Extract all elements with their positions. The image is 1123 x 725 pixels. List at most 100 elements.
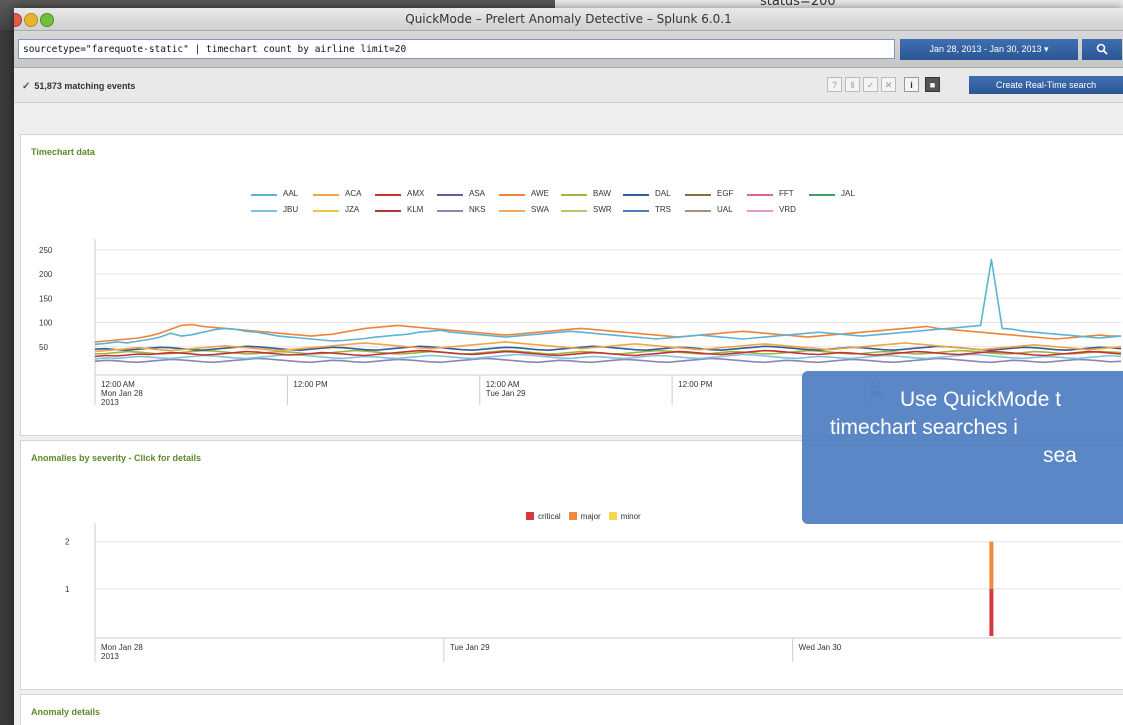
anomaly-details-title: Anomaly details — [31, 707, 101, 717]
callout-line-3: sea — [1043, 444, 1077, 467]
legend-label: major — [580, 512, 601, 521]
x-tick-label: Tue Jan 29 — [450, 643, 490, 652]
anomalies-panel-title: Anomalies by severity - Click for detail… — [31, 453, 202, 463]
legend-label: UAL — [717, 205, 733, 214]
legend-swatch — [499, 210, 525, 212]
legend-item-aca[interactable]: ACA — [313, 189, 375, 203]
legend-item-critical[interactable]: critical — [526, 512, 561, 521]
legend-label: AAL — [283, 189, 299, 198]
legend-label: AMX — [407, 189, 425, 198]
tutorial-callout: Use QuickMode t timechart searches i sea — [802, 371, 1123, 524]
info-button[interactable]: i — [904, 77, 919, 92]
legend-item-trs[interactable]: TRS — [623, 205, 685, 219]
legend-swatch — [608, 512, 617, 520]
finalize-icon: ✓ — [866, 80, 875, 90]
window-title: QuickMode – Prelert Anomaly Detective – … — [405, 12, 732, 26]
legend-label: EGF — [717, 189, 734, 198]
legend-swatch — [685, 210, 711, 212]
legend-item-baw[interactable]: BAW — [561, 189, 623, 203]
legend-item-asa[interactable]: ASA — [437, 189, 499, 203]
legend-swatch — [568, 512, 577, 520]
anomalies-chart[interactable]: 2 1 Mon Jan 282013 Tue Jan 29 Wed Jan 30 — [21, 523, 1123, 683]
legend-item-swa[interactable]: SWA — [499, 205, 561, 219]
status-bar: ✓ 51,873 matching events ? ‖ ✓ ✕ i ■ Crea… — [14, 68, 1123, 103]
callout-line-2: timechart searches i — [830, 416, 1018, 439]
legend-item-fft[interactable]: FFT — [747, 189, 809, 203]
legend-item-dal[interactable]: DAL — [623, 189, 685, 203]
legend-swatch — [526, 512, 534, 520]
x-tick-label: Tue Jan 29 — [486, 389, 526, 398]
legend-item-jbu[interactable]: JBU — [251, 205, 313, 219]
legend-swatch — [623, 210, 649, 212]
x-tick-label: 12:00 PM — [678, 380, 713, 389]
help-button[interactable]: ? — [827, 77, 842, 92]
y-tick-label: 100 — [39, 319, 53, 328]
legend-label: FFT — [779, 189, 794, 198]
legend-item-nks[interactable]: NKS — [437, 205, 499, 219]
legend-swatch — [747, 210, 773, 212]
legend-swatch — [375, 194, 401, 196]
callout-line-1: Use QuickMode t — [900, 388, 1062, 411]
legend-item-aal[interactable]: AAL — [251, 189, 313, 203]
check-icon: ✓ — [22, 81, 31, 92]
search-icon — [1096, 43, 1108, 55]
x-tick-label: 12:00 PM — [293, 380, 328, 389]
legend-label: SWR — [593, 205, 612, 214]
legend-label: critical — [538, 512, 561, 521]
legend-label: KLM — [407, 205, 424, 214]
info-icon: i — [910, 80, 913, 90]
legend-item-ual[interactable]: UAL — [685, 205, 747, 219]
app-window: QuickMode – Prelert Anomaly Detective – … — [14, 8, 1123, 725]
anomaly-details-panel: Anomaly details — [20, 694, 1123, 725]
y-tick-label: 2 — [65, 538, 70, 547]
cancel-button[interactable]: ✕ — [881, 77, 896, 92]
legend-label: ACA — [345, 189, 362, 198]
legend-label: SWA — [531, 205, 549, 214]
title-bar: QuickMode – Prelert Anomaly Detective – … — [14, 8, 1123, 31]
legend-label: VRD — [779, 205, 796, 214]
legend-swatch — [313, 194, 339, 196]
legend-item-klm[interactable]: KLM — [375, 205, 437, 219]
anomalies-legend: critical major minor — [526, 512, 649, 521]
bar-major — [989, 541, 994, 589]
x-tick-label: Mon Jan 28 — [101, 389, 143, 398]
legend-item-egf[interactable]: EGF — [685, 189, 747, 203]
search-bar: sourcetype="farequote-static" | timechar… — [14, 31, 1123, 68]
legend-item-swr[interactable]: SWR — [561, 205, 623, 219]
legend-item-minor[interactable]: minor — [608, 512, 641, 521]
pause-icon: ‖ — [850, 80, 855, 90]
search-input[interactable]: sourcetype="farequote-static" | timechar… — [18, 39, 895, 59]
legend-label: TRS — [655, 205, 671, 214]
legend-item-jza[interactable]: JZA — [313, 205, 375, 219]
legend-item-jal[interactable]: JAL — [809, 189, 871, 203]
legend-swatch — [375, 210, 401, 212]
timechart-panel-title: Timechart data — [31, 147, 95, 157]
legend-swatch — [437, 210, 463, 212]
matching-events: ✓ 51,873 matching events — [22, 81, 135, 92]
y-tick-label: 1 — [65, 585, 70, 594]
legend-label: minor — [620, 512, 641, 521]
legend-label: JBU — [283, 205, 299, 214]
legend-item-amx[interactable]: AMX — [375, 189, 437, 203]
create-realtime-search-button[interactable]: Create Real-Time search — [969, 76, 1123, 94]
search-button[interactable] — [1082, 39, 1122, 60]
legend-swatch — [251, 210, 277, 212]
y-tick-label: 50 — [39, 343, 48, 352]
print-button[interactable]: ■ — [925, 77, 940, 92]
help-icon: ? — [831, 80, 837, 90]
finalize-button[interactable]: ✓ — [863, 77, 878, 92]
series-line-nks — [94, 357, 1122, 364]
legend-item-major[interactable]: major — [568, 512, 601, 521]
legend-swatch — [561, 210, 587, 212]
x-tick-label: Mon Jan 28 — [101, 643, 143, 652]
legend-label: JZA — [345, 205, 360, 214]
bar-critical — [989, 588, 994, 636]
time-range-picker[interactable]: Jan 28, 2013 - Jan 30, 2013 ▾ — [900, 39, 1078, 60]
legend-item-vrd[interactable]: VRD — [747, 205, 809, 219]
legend-swatch — [747, 194, 773, 196]
legend-item-awe[interactable]: AWE — [499, 189, 561, 203]
legend-label: JAL — [841, 189, 855, 198]
legend-swatch — [251, 194, 277, 196]
pause-button[interactable]: ‖ — [845, 77, 860, 92]
timechart-legend: AAL ACA AMX ASA AWE BAW DAL EGF FFT JAL JBU JZA KLM N… — [251, 189, 991, 221]
